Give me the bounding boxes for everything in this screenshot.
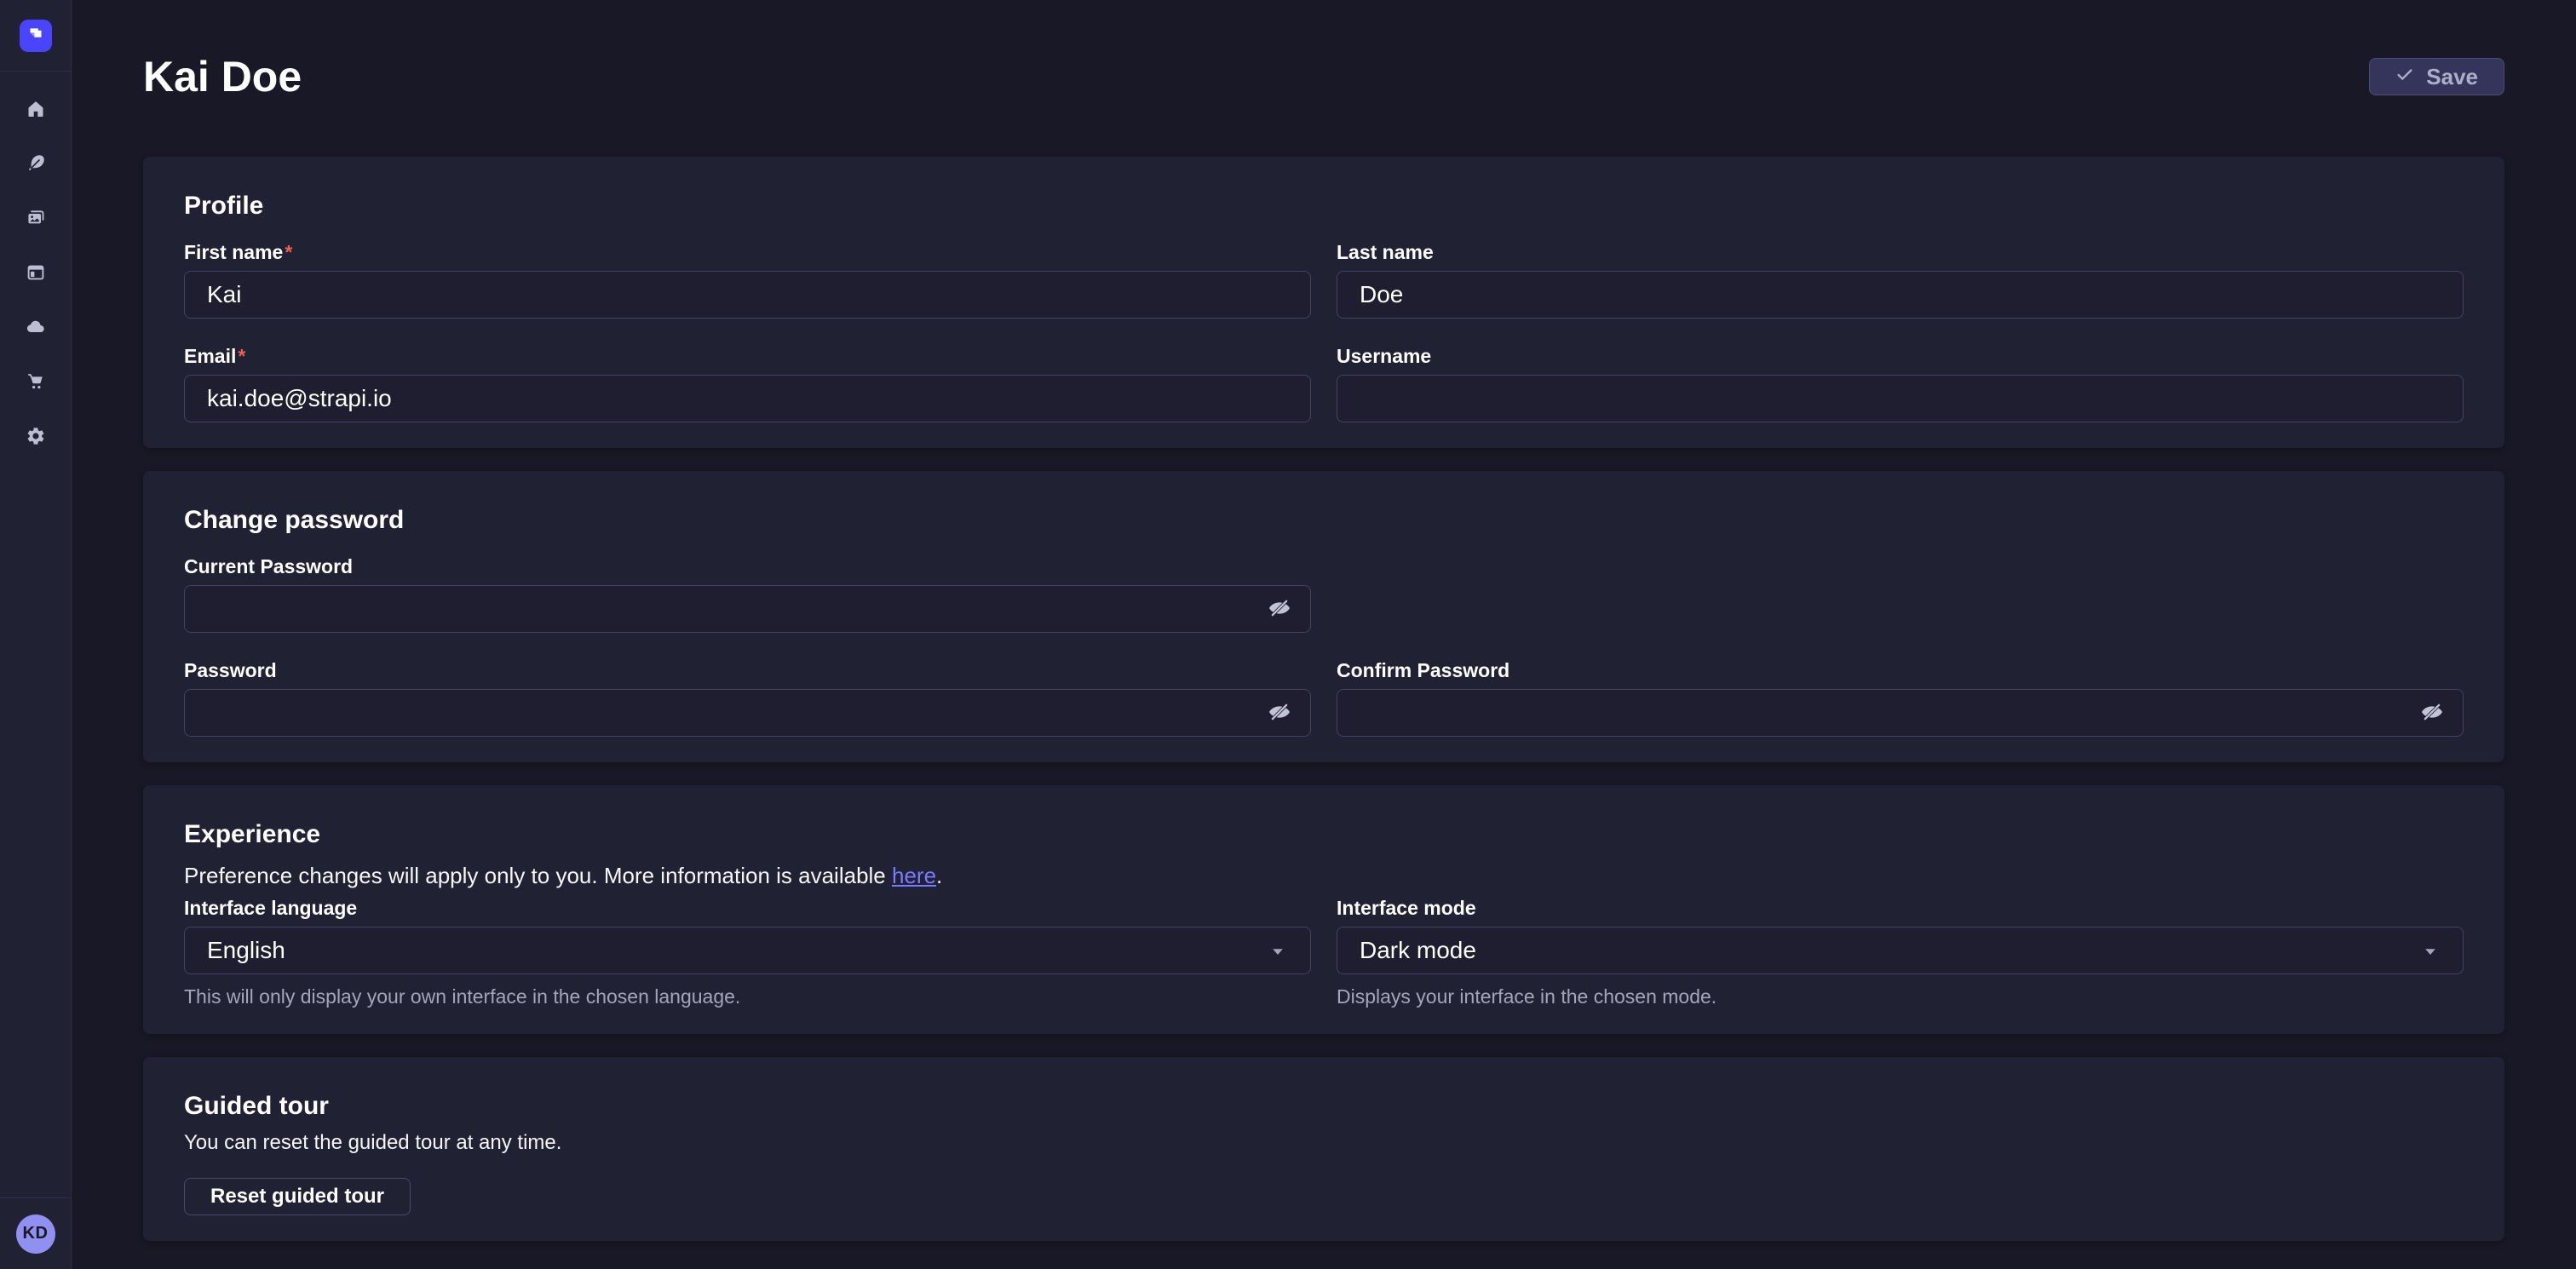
required-asterisk: *: [238, 345, 245, 367]
interface-language-label: Interface language: [184, 896, 1311, 920]
layout-icon: [26, 262, 46, 287]
gear-icon: [26, 426, 46, 451]
eye-slash-icon: [1268, 700, 1291, 726]
email-field-group: Email*: [184, 344, 1311, 422]
interface-language-hint: This will only display your own interfac…: [184, 985, 1311, 1008]
username-field-group: Username: [1337, 344, 2464, 422]
profile-form-grid: First name* Last name Email* Username: [184, 240, 2464, 422]
new-password-input[interactable]: [184, 689, 1311, 737]
media-library-icon: [26, 208, 46, 233]
experience-subtitle: Preference changes will apply only to yo…: [184, 862, 2464, 889]
current-password-field-group: Current Password: [184, 554, 1311, 633]
username-input[interactable]: [1337, 375, 2464, 422]
current-password-label: Current Password: [184, 554, 1311, 578]
toggle-current-password-visibility-button[interactable]: [1267, 596, 1292, 622]
new-password-field-group: Password: [184, 658, 1311, 737]
main-content: Kai Doe Save Profile First name* Last na…: [72, 0, 2576, 1269]
interface-mode-value: Dark mode: [1360, 937, 1476, 964]
interface-mode-select[interactable]: Dark mode: [1337, 927, 2464, 974]
sidebar: KD: [0, 0, 72, 1269]
first-name-field-group: First name*: [184, 240, 1311, 319]
guided-tour-card: Guided tour You can reset the guided tou…: [143, 1057, 2504, 1241]
current-password-input[interactable]: [184, 585, 1311, 633]
profile-card-title: Profile: [184, 191, 2464, 221]
profile-card: Profile First name* Last name Email* Use…: [143, 157, 2504, 448]
sidebar-item-home[interactable]: [17, 92, 55, 129]
experience-card-title: Experience: [184, 819, 2464, 850]
change-password-card: Change password Current Password: [143, 471, 2504, 762]
email-label: Email*: [184, 344, 1311, 368]
caret-down-icon: [1268, 940, 1288, 961]
change-password-card-title: Change password: [184, 505, 2464, 536]
new-password-input-wrap: [184, 689, 1311, 737]
save-button[interactable]: Save: [2369, 58, 2504, 95]
sidebar-logo-block: [0, 0, 71, 72]
email-label-text: Email: [184, 345, 236, 367]
save-button-label: Save: [2426, 64, 2478, 90]
strapi-logo-icon: [25, 22, 47, 49]
first-name-label-text: First name: [184, 241, 283, 263]
new-password-label: Password: [184, 658, 1311, 682]
username-label: Username: [1337, 344, 2464, 368]
toggle-confirm-password-visibility-button[interactable]: [2419, 700, 2445, 726]
interface-mode-label: Interface mode: [1337, 896, 2464, 920]
page-title: Kai Doe: [143, 53, 302, 100]
sidebar-item-settings[interactable]: [17, 419, 55, 456]
experience-subtitle-period: .: [936, 863, 942, 888]
interface-mode-hint: Displays your interface in the chosen mo…: [1337, 985, 2464, 1008]
password-form-grid: Current Password: [184, 554, 2464, 737]
home-icon: [26, 99, 46, 123]
experience-form-grid: Interface language English This will onl…: [184, 896, 2464, 1008]
password-grid-spacer: [1337, 554, 2464, 633]
sidebar-nav: [17, 92, 55, 456]
page-header: Kai Doe Save: [143, 53, 2504, 100]
feather-icon: [26, 153, 46, 178]
first-name-input[interactable]: [184, 271, 1311, 319]
strapi-logo[interactable]: [20, 20, 52, 52]
interface-language-field-group: Interface language English This will onl…: [184, 896, 1311, 1008]
required-asterisk: *: [285, 241, 292, 263]
cloud-icon: [26, 317, 46, 342]
reset-guided-tour-button[interactable]: Reset guided tour: [184, 1178, 411, 1215]
last-name-field-group: Last name: [1337, 240, 2464, 319]
email-input[interactable]: [184, 375, 1311, 422]
interface-mode-field-group: Interface mode Dark mode Displays your i…: [1337, 896, 2464, 1008]
confirm-password-input-wrap: [1337, 689, 2464, 737]
sidebar-item-content-manager[interactable]: [17, 146, 55, 184]
sidebar-item-media-library[interactable]: [17, 201, 55, 238]
interface-language-value: English: [207, 937, 285, 964]
cart-icon: [26, 371, 46, 396]
confirm-password-input[interactable]: [1337, 689, 2464, 737]
caret-down-icon: [2420, 940, 2441, 961]
interface-language-select[interactable]: English: [184, 927, 1311, 974]
last-name-input[interactable]: [1337, 271, 2464, 319]
confirm-password-field-group: Confirm Password: [1337, 658, 2464, 737]
eye-slash-icon: [2420, 700, 2444, 726]
toggle-new-password-visibility-button[interactable]: [1267, 700, 1292, 726]
guided-tour-card-title: Guided tour: [184, 1091, 2464, 1122]
experience-card: Experience Preference changes will apply…: [143, 785, 2504, 1034]
here-link[interactable]: here: [892, 863, 936, 888]
first-name-label: First name*: [184, 240, 1311, 264]
eye-slash-icon: [1268, 596, 1291, 623]
experience-subtitle-text: Preference changes will apply only to yo…: [184, 863, 892, 888]
avatar[interactable]: KD: [16, 1214, 55, 1254]
current-password-input-wrap: [184, 585, 1311, 633]
sidebar-item-cloud[interactable]: [17, 310, 55, 347]
sidebar-item-content-type-builder[interactable]: [17, 256, 55, 293]
sidebar-item-marketplace[interactable]: [17, 365, 55, 402]
last-name-label: Last name: [1337, 240, 2464, 264]
confirm-password-label: Confirm Password: [1337, 658, 2464, 682]
check-icon: [2395, 64, 2414, 90]
sidebar-footer: KD: [0, 1197, 71, 1269]
guided-tour-description: You can reset the guided tour at any tim…: [184, 1130, 2464, 1156]
